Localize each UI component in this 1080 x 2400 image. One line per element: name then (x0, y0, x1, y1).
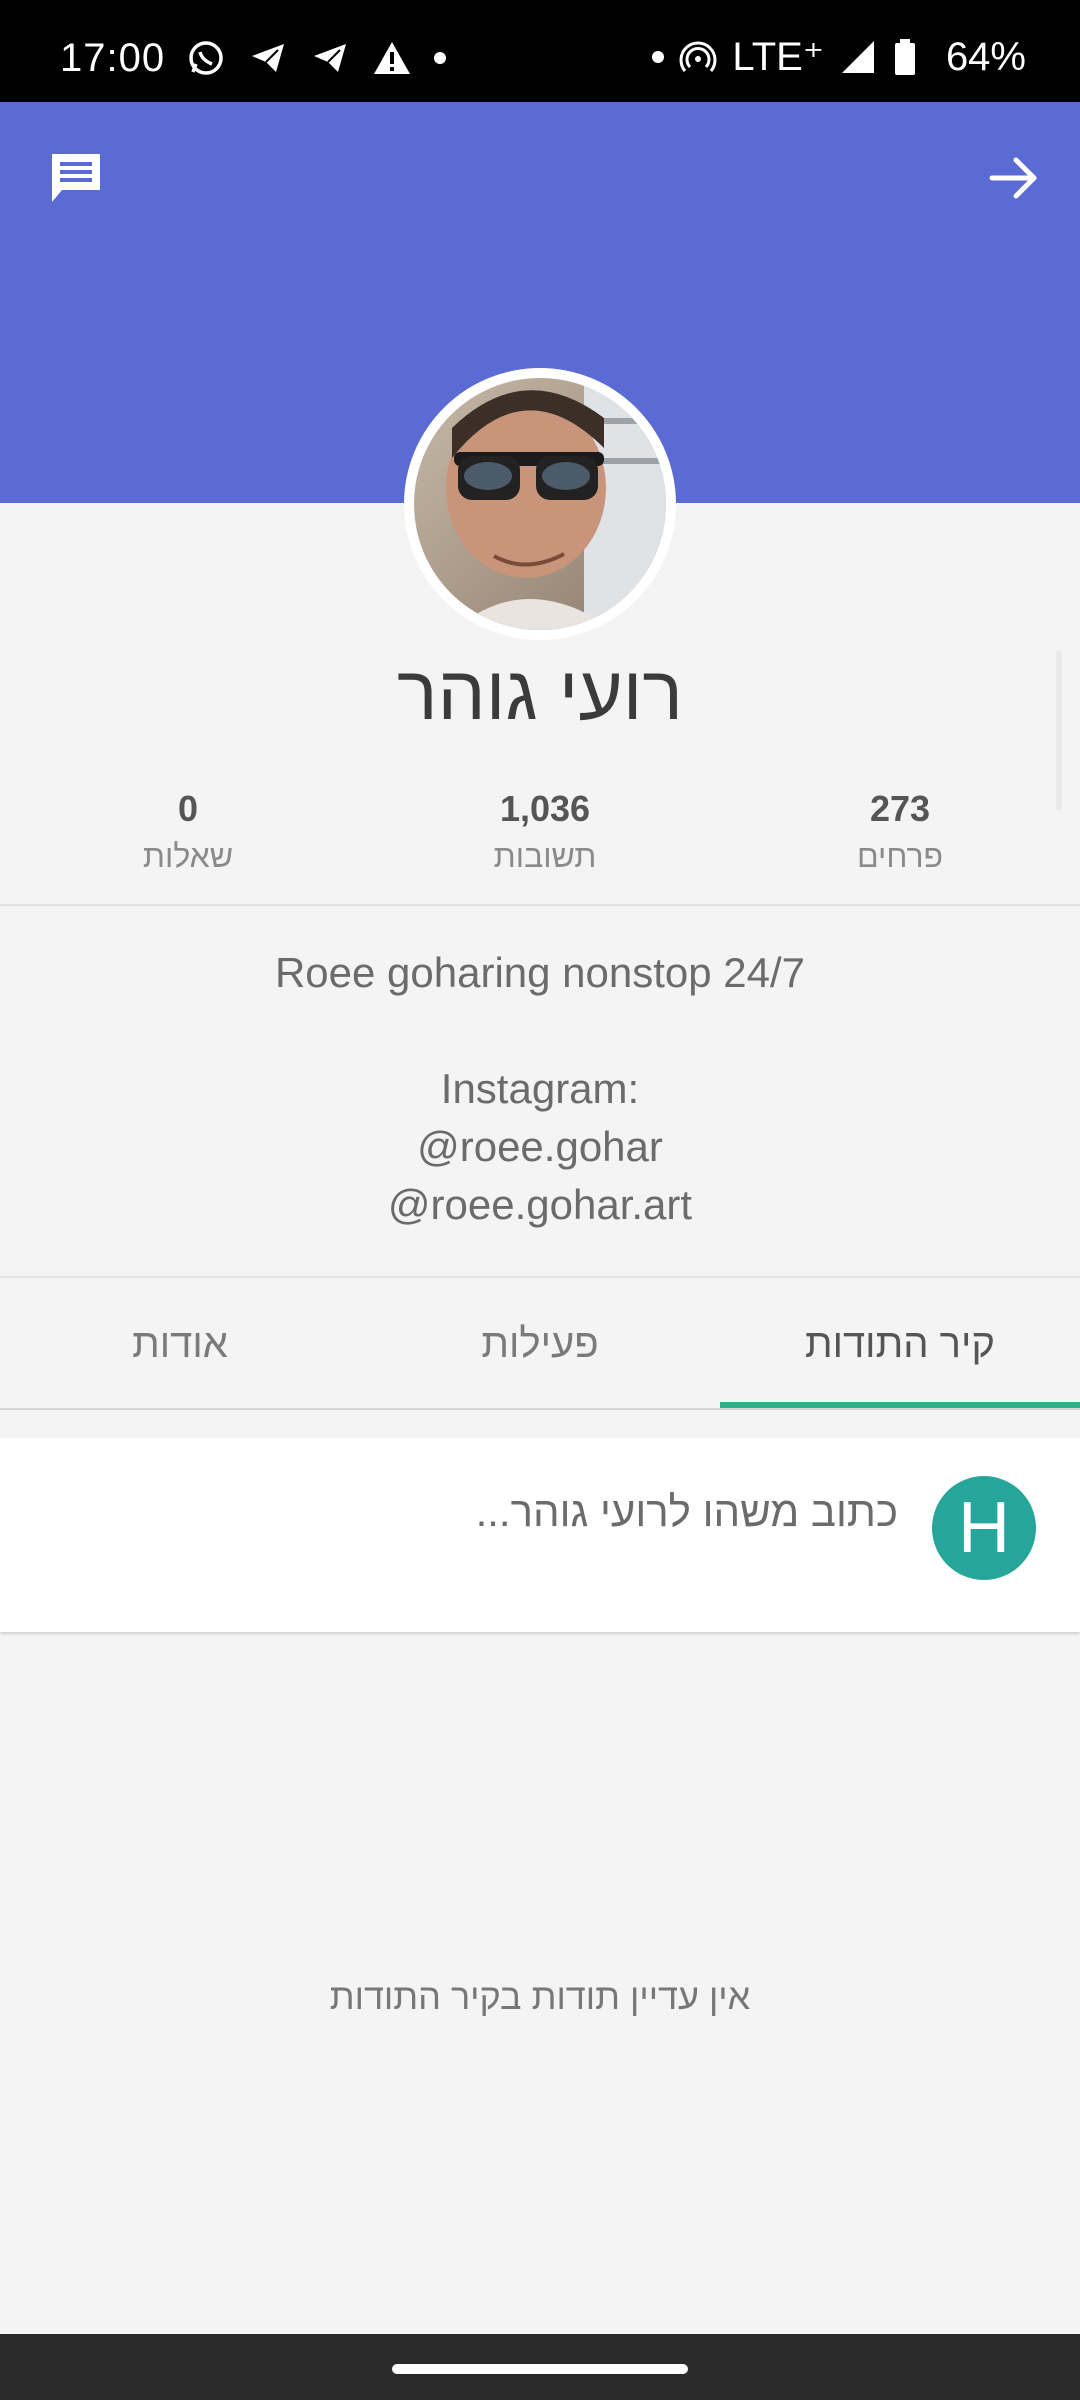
stat-questions[interactable]: 0 שאלות (68, 788, 308, 875)
stat-label: שאלות (142, 838, 234, 874)
scrollbar[interactable] (1056, 650, 1062, 810)
stat-answers[interactable]: 1,036 תשובות (425, 788, 665, 875)
compose-card[interactable]: H כתוב משהו לרועי גוהר... (0, 1438, 1080, 1632)
more-notifications-dot (434, 52, 446, 64)
notification-icons (186, 38, 446, 78)
profile-stats: 273 פרחים 1,036 תשובות 0 שאלות (0, 788, 1080, 888)
status-dot (652, 51, 665, 63)
profile-bio: Roee goharing nonstop 24/7 Instagram: @r… (0, 944, 1080, 1234)
bio-spacer (0, 1002, 1080, 1060)
tab-about[interactable]: אודות (0, 1278, 360, 1410)
telegram-icon (248, 38, 288, 78)
tab-thanks-wall[interactable]: קיר התודות (720, 1278, 1080, 1410)
telegram-icon (310, 38, 350, 78)
home-gesture-handle[interactable] (392, 2364, 688, 2374)
message-icon (46, 148, 106, 213)
active-tab-indicator (720, 1402, 1080, 1408)
tab-activity[interactable]: פעילות (360, 1278, 720, 1410)
bio-line: @roee.gohar (417, 1123, 663, 1170)
compose-input[interactable]: כתוב משהו לרועי גוהר... (476, 1488, 898, 1536)
stat-value: 1,036 (499, 788, 591, 829)
signal-icon (838, 37, 878, 77)
battery-percent: 64% (945, 34, 1026, 79)
network-type: LTE⁺ (732, 35, 824, 79)
profile-tabs: קיר התודות פעילות אודות (0, 1278, 1080, 1410)
message-button[interactable] (36, 140, 116, 220)
tabs-divider (0, 1408, 1080, 1410)
profile-photo (414, 378, 666, 630)
stat-flowers[interactable]: 273 פרחים (780, 788, 1020, 875)
profile-avatar[interactable] (404, 368, 676, 640)
bio-line: Roee goharing nonstop 24/7 (274, 949, 806, 996)
user-avatar: H (932, 1476, 1036, 1580)
battery-icon (892, 37, 932, 77)
empty-state-message: אין עדיין תודות בקיר התודות (329, 1976, 751, 2017)
hotspot-icon (678, 37, 718, 77)
bio-line: @roee.gohar.art (387, 1181, 693, 1228)
divider (0, 904, 1080, 906)
system-navigation-bar (0, 2334, 1080, 2400)
status-bar: 17:00 LTE⁺ 64% (0, 0, 1080, 102)
profile-name: רועי גוהר (396, 651, 684, 736)
stat-value: 0 (177, 788, 199, 829)
arrow-forward-icon (986, 150, 1042, 211)
stat-value: 273 (869, 788, 931, 829)
whatsapp-icon (186, 38, 226, 78)
back-button[interactable] (974, 140, 1054, 220)
status-time: 17:00 (60, 36, 166, 80)
bio-line: Instagram: (440, 1065, 640, 1112)
warning-icon (372, 38, 412, 78)
system-icons: LTE⁺ 64% (652, 34, 1026, 80)
stat-label: פרחים (856, 838, 944, 874)
stat-label: תשובות (493, 838, 597, 874)
